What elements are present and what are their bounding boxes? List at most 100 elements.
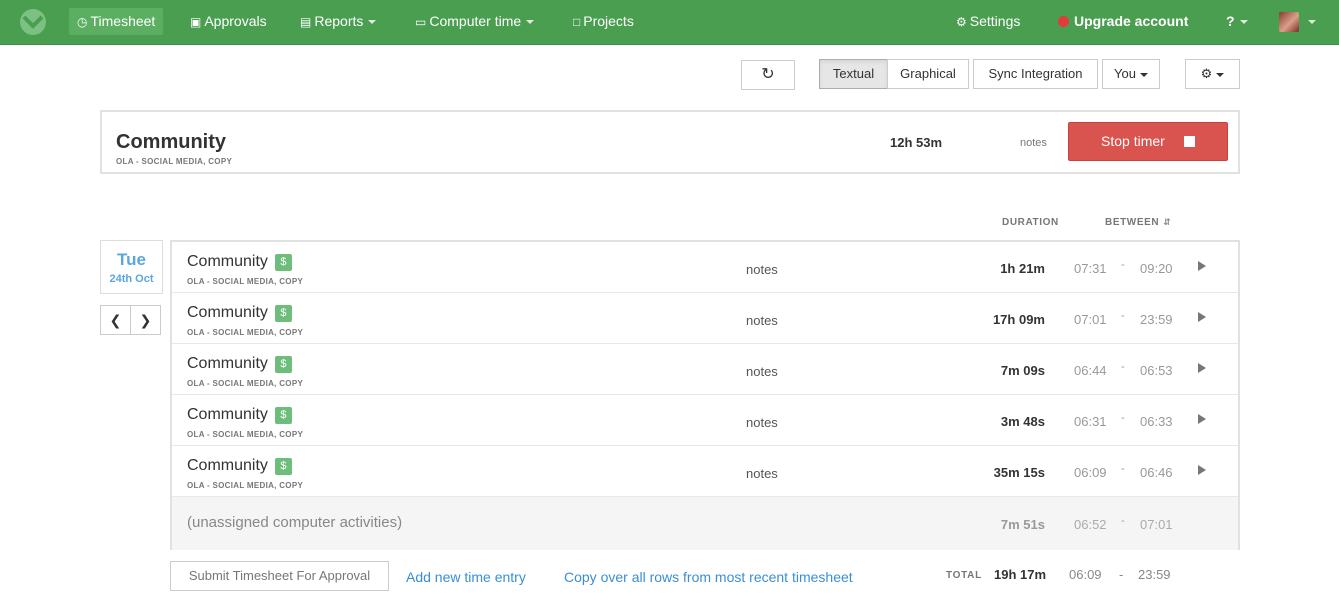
play-icon[interactable] <box>1198 414 1206 424</box>
upgrade-account-label: Upgrade account <box>1074 13 1189 29</box>
nav-timesheet-label: Timesheet <box>90 13 156 29</box>
unassigned-start-time: 06:52 <box>1074 517 1107 532</box>
entry-project-subtitle: OLA - SOCIAL MEDIA, COPY <box>187 481 304 490</box>
graphical-view-button[interactable]: Graphical <box>887 59 969 89</box>
billable-icon: $ <box>274 407 292 424</box>
help-icon: ? <box>1226 13 1235 29</box>
entry-end-time[interactable]: 06:33 <box>1140 414 1176 429</box>
upgrade-account-link[interactable]: Upgrade account <box>1050 8 1196 35</box>
user-select[interactable]: You <box>1102 59 1160 89</box>
entry-project-name: Community <box>187 253 268 270</box>
submit-timesheet-button[interactable]: Submit Timesheet For Approval <box>170 561 389 591</box>
time-separator: - <box>1121 259 1125 271</box>
nav-projects-label: Projects <box>583 13 634 29</box>
running-timer-panel: Community OLA - SOCIAL MEDIA, COPY 12h 5… <box>100 110 1240 174</box>
entry-duration[interactable]: 1h 21m <box>922 261 1045 276</box>
previous-day-button[interactable]: ❮ <box>100 305 131 335</box>
nav-approvals[interactable]: ▣ Approvals <box>182 8 275 35</box>
entry-end-time[interactable]: 09:20 <box>1140 261 1176 276</box>
entry-start-time[interactable]: 06:44 <box>1074 363 1110 378</box>
folder-icon: □ <box>573 15 581 29</box>
entry-notes[interactable]: notes <box>746 415 778 430</box>
entry-end-time[interactable]: 23:59 <box>1140 312 1176 327</box>
nav-approvals-label: Approvals <box>204 13 267 29</box>
table-row[interactable]: Community $ OLA - SOCIAL MEDIA, COPY note… <box>172 344 1238 395</box>
entry-start-time[interactable]: 07:31 <box>1074 261 1110 276</box>
table-row[interactable]: Community $ OLA - SOCIAL MEDIA, COPY note… <box>172 293 1238 344</box>
entry-project-subtitle: OLA - SOCIAL MEDIA, COPY <box>187 430 304 439</box>
billable-icon: $ <box>274 305 292 322</box>
table-row[interactable]: Community $ OLA - SOCIAL MEDIA, COPY note… <box>172 242 1238 293</box>
table-row[interactable]: Community $ OLA - SOCIAL MEDIA, COPY note… <box>172 395 1238 446</box>
chevron-down-icon <box>368 20 377 25</box>
chevron-down-icon <box>1239 20 1248 25</box>
day-name: Tue <box>117 250 146 269</box>
entry-notes[interactable]: notes <box>746 364 778 379</box>
entry-duration[interactable]: 3m 48s <box>922 414 1045 429</box>
time-separator: - <box>1121 412 1125 424</box>
nav-reports[interactable]: ▤ Reports <box>292 8 384 35</box>
alert-icon <box>1058 16 1069 27</box>
entry-end-time[interactable]: 06:46 <box>1140 465 1176 480</box>
timer-notes[interactable]: notes <box>1020 137 1047 149</box>
total-label: TOTAL <box>946 570 982 581</box>
time-separator: - <box>1121 310 1125 322</box>
entry-notes[interactable]: notes <box>746 313 778 328</box>
nav-computer-time[interactable]: ▭ Computer time <box>407 8 542 35</box>
between-column-label: BETWEEN <box>1105 217 1160 228</box>
entry-notes[interactable]: notes <box>746 262 778 277</box>
nav-settings[interactable]: ⚙ Settings <box>948 8 1028 35</box>
sync-integration-button[interactable]: Sync Integration <box>973 59 1098 89</box>
entry-project-subtitle: OLA - SOCIAL MEDIA, COPY <box>187 277 304 286</box>
clock-icon: ◷ <box>77 15 88 29</box>
copy-rows-link[interactable]: Copy over all rows from most recent time… <box>564 569 853 585</box>
unassigned-duration: 7m 51s <box>1000 517 1045 532</box>
stop-timer-button[interactable]: Stop timer <box>1068 122 1228 161</box>
gear-icon: ⚙ <box>956 15 967 29</box>
entry-duration[interactable]: 7m 09s <box>922 363 1045 378</box>
avatar[interactable] <box>1279 12 1299 32</box>
app-logo-icon[interactable] <box>18 8 48 36</box>
refresh-icon: ↻ <box>761 66 775 83</box>
refresh-button[interactable]: ↻ <box>741 60 795 90</box>
entry-project-subtitle: OLA - SOCIAL MEDIA, COPY <box>187 328 304 337</box>
entry-duration[interactable]: 35m 15s <box>922 465 1045 480</box>
entry-notes[interactable]: notes <box>746 466 778 481</box>
play-icon[interactable] <box>1198 312 1206 322</box>
stop-timer-label: Stop timer <box>1101 133 1165 149</box>
unassigned-label: (unassigned computer activities) <box>187 514 403 531</box>
textual-view-button[interactable]: Textual <box>819 59 888 89</box>
billable-icon: $ <box>274 356 292 373</box>
entry-project-name: Community <box>187 406 268 423</box>
avatar-menu-toggle[interactable] <box>1300 8 1324 35</box>
entry-duration[interactable]: 17h 09m <box>922 312 1045 327</box>
entry-start-time[interactable]: 06:31 <box>1074 414 1110 429</box>
chevron-left-icon: ❮ <box>109 312 122 328</box>
between-column-header[interactable]: BETWEEN ⇵ <box>1105 217 1171 228</box>
entry-start-time[interactable]: 06:09 <box>1074 465 1110 480</box>
day-date: 24th Oct <box>109 273 154 285</box>
bar-chart-icon: ▤ <box>300 15 312 29</box>
total-duration: 19h 17m <box>994 567 1047 582</box>
day-indicator: Tue 24th Oct <box>100 240 163 294</box>
sort-icon: ⇵ <box>1163 217 1172 227</box>
add-time-entry-link[interactable]: Add new time entry <box>406 569 526 585</box>
total-time-separator: - <box>1119 567 1124 582</box>
nav-projects[interactable]: □ Projects <box>565 8 642 35</box>
unassigned-end-time: 07:01 <box>1140 517 1173 532</box>
settings-dropdown-button[interactable]: ⚙ <box>1185 59 1240 89</box>
entry-start-time[interactable]: 07:01 <box>1074 312 1110 327</box>
table-row[interactable]: Community $ OLA - SOCIAL MEDIA, COPY note… <box>172 446 1238 497</box>
next-day-button[interactable]: ❯ <box>130 305 161 335</box>
entry-end-time[interactable]: 06:53 <box>1140 363 1176 378</box>
nav-timesheet[interactable]: ◷ Timesheet <box>69 8 164 35</box>
play-icon[interactable] <box>1198 465 1206 475</box>
play-icon[interactable] <box>1198 363 1206 373</box>
help-menu[interactable]: ? <box>1218 8 1256 35</box>
stop-icon <box>1184 136 1195 147</box>
time-separator: - <box>1121 463 1125 475</box>
nav-computer-time-label: Computer time <box>429 13 522 29</box>
total-end-time: 23:59 <box>1138 567 1171 582</box>
play-icon[interactable] <box>1198 261 1206 271</box>
unassigned-activities-row[interactable]: (unassigned computer activities) 7m 51s … <box>172 497 1238 550</box>
